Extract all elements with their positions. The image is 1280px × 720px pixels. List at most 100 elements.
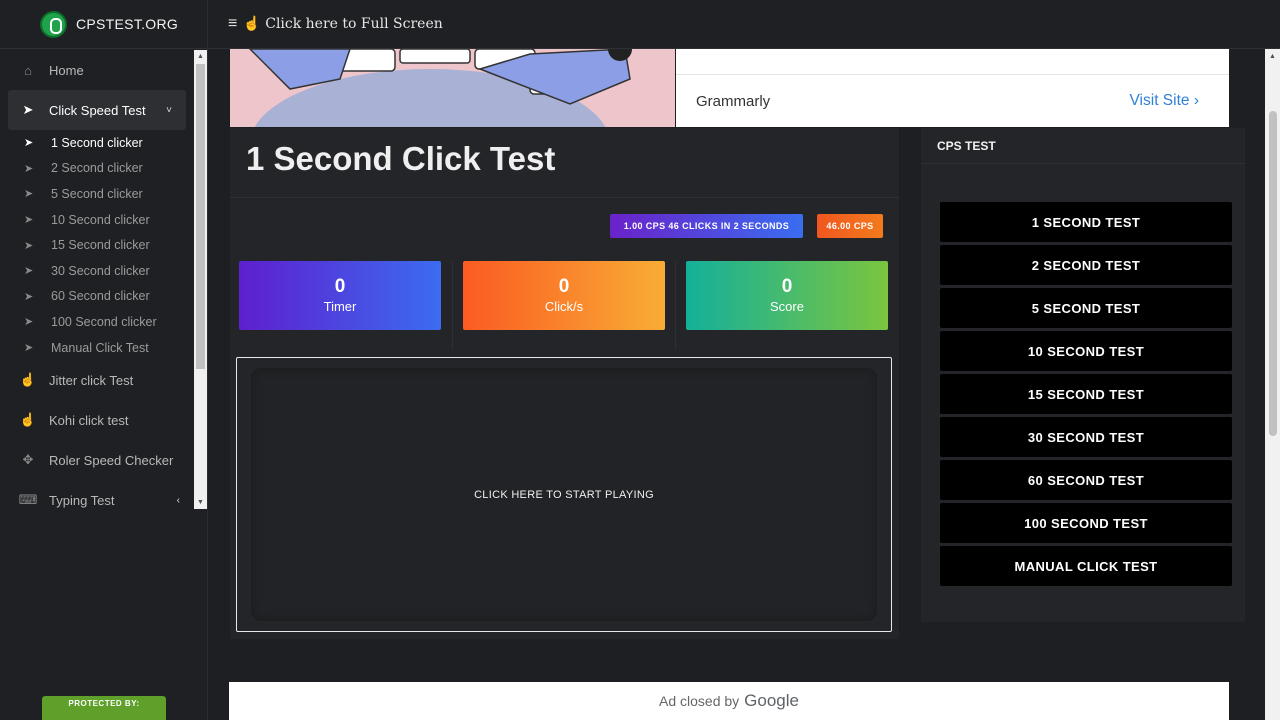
ad-panel[interactable]: Grammarly Visit Site › xyxy=(676,49,1229,127)
menu-icon[interactable]: ≡ xyxy=(228,15,237,33)
timer-card: 0 Timer xyxy=(239,261,441,330)
panel-heading: CPS TEST xyxy=(921,128,1245,164)
play-prompt: CLICK HERE TO START PLAYING xyxy=(474,488,654,501)
sidebar-subitem-100-second[interactable]: ➤ 100 Second clicker xyxy=(0,309,194,335)
test-button-100-second[interactable]: 100 SECOND TEST xyxy=(940,503,1232,543)
sidebar-scrollbar[interactable]: ▲ ▼ xyxy=(194,50,207,509)
ad-closed-label: Ad closed by xyxy=(659,693,740,709)
test-button-15-second[interactable]: 15 SECOND TEST xyxy=(940,374,1232,414)
clicks-label: Click/s xyxy=(544,299,584,314)
ad-closed-banner: Ad closed by Google xyxy=(229,682,1229,720)
sidebar-subitem-label: 60 Second clicker xyxy=(51,289,150,304)
chevron-left-icon: ‹ xyxy=(176,494,180,506)
cursor-icon: ➤ xyxy=(24,342,34,355)
sidebar-subitem-label: 30 Second clicker xyxy=(51,263,150,278)
sidebar-item-label: Roler Speed Checker xyxy=(49,452,174,468)
score-label: Score xyxy=(770,299,804,314)
keyboard-icon: ⌨ xyxy=(18,492,38,508)
sidebar-nav: ⌂ Home ➤ Click Speed Test ˅ ➤ 1 Second c… xyxy=(0,50,194,509)
sidebar-item-jitter[interactable]: ☝ Jitter click Test xyxy=(0,360,194,400)
sidebar-subitem-60-second[interactable]: ➤ 60 Second clicker xyxy=(0,284,194,310)
sidebar: CPSTEST.ORG ⌂ Home ➤ Click Speed Test ˅ … xyxy=(0,0,208,720)
scroll-down-icon[interactable]: ▼ xyxy=(197,499,204,506)
test-button-1-second[interactable]: 1 SECOND TEST xyxy=(940,202,1232,242)
visit-site-link[interactable]: Visit Site › xyxy=(1130,92,1200,110)
cursor-icon: ➤ xyxy=(22,102,34,117)
click-area[interactable]: CLICK HERE TO START PLAYING xyxy=(236,357,892,632)
sidebar-subitem-label: 100 Second clicker xyxy=(51,314,157,329)
chevron-down-icon: ˅ xyxy=(166,104,172,116)
sidebar-item-label: Kohi click test xyxy=(49,412,129,428)
sidebar-subitem-15-second[interactable]: ➤ 15 Second clicker xyxy=(0,232,194,258)
sidebar-item-roler[interactable]: ✥ Roler Speed Checker xyxy=(0,440,194,480)
sidebar-subitem-label: 2 Second clicker xyxy=(51,161,143,176)
test-button-60-second[interactable]: 60 SECOND TEST xyxy=(940,460,1232,500)
google-logo: Google xyxy=(744,691,799,710)
clicks-card: 0 Click/s xyxy=(463,261,665,330)
sidebar-subitem-manual[interactable]: ➤ Manual Click Test xyxy=(0,335,194,361)
sidebar-subitem-label: 1 Second clicker xyxy=(51,135,143,150)
scroll-up-icon[interactable]: ▲ xyxy=(1269,53,1276,60)
sidebar-item-typing[interactable]: ⌨ Typing Test ‹ xyxy=(0,480,194,509)
fullscreen-link[interactable]: ☝ Click here to Full Screen xyxy=(243,16,442,32)
test-button-2-second[interactable]: 2 SECOND TEST xyxy=(940,245,1232,285)
sidebar-subitem-label: 15 Second clicker xyxy=(51,238,150,253)
sidebar-subitem-2-second[interactable]: ➤ 2 Second clicker xyxy=(0,156,194,182)
sidebar-item-label: Jitter click Test xyxy=(49,372,134,388)
sidebar-item-label: Click Speed Test xyxy=(49,102,146,118)
hand-pointer-icon: ☝ xyxy=(19,372,37,388)
dmca-badge[interactable]: PROTECTED BY: xyxy=(42,696,166,720)
timer-value: 0 xyxy=(334,276,346,297)
sidebar-subitem-30-second[interactable]: ➤ 30 Second clicker xyxy=(0,258,194,284)
ad-advertiser: Grammarly xyxy=(696,93,771,110)
sidebar-subitem-1-second[interactable]: ➤ 1 Second clicker xyxy=(0,130,194,156)
brand-name: CPSTEST.ORG xyxy=(76,16,179,32)
sidebar-item-label: Home xyxy=(49,62,84,78)
sidebar-item-click-speed-test[interactable]: ➤ Click Speed Test ˅ xyxy=(8,90,186,130)
dmca-label: PROTECTED BY: xyxy=(68,699,140,708)
scrollbar-thumb[interactable] xyxy=(1269,111,1277,436)
sidebar-subitem-label: 10 Second clicker xyxy=(51,212,150,227)
divider xyxy=(675,261,676,349)
sidebar-item-label: Typing Test xyxy=(49,492,115,508)
test-button-10-second[interactable]: 10 SECOND TEST xyxy=(940,331,1232,371)
divider xyxy=(230,197,899,198)
timer-label: Timer xyxy=(323,299,357,314)
page-title: 1 Second Click Test xyxy=(246,140,556,177)
brand[interactable]: CPSTEST.ORG xyxy=(0,0,207,49)
cps-result-badge: 1.00 CPS 46 CLICKS IN 2 SECONDS xyxy=(610,214,803,238)
divider xyxy=(452,261,453,349)
scrollbar-thumb[interactable] xyxy=(196,64,205,369)
sidebar-subitem-5-second[interactable]: ➤ 5 Second clicker xyxy=(0,181,194,207)
score-value: 0 xyxy=(781,276,793,297)
cursor-icon: ➤ xyxy=(24,188,34,201)
mouse-logo-icon xyxy=(40,10,67,38)
scroll-up-icon[interactable]: ▲ xyxy=(197,53,204,60)
page-scrollbar[interactable]: ▲ xyxy=(1265,49,1280,720)
ad-illustration[interactable] xyxy=(230,49,675,127)
main-panel: 1 Second Click Test 1.00 CPS 46 CLICKS I… xyxy=(230,128,899,639)
cps-test-panel: CPS TEST 1 SECOND TEST 2 SECOND TEST 5 S… xyxy=(921,128,1245,622)
crosshair-icon: ✥ xyxy=(22,452,34,468)
cps-count-badge: 46.00 CPS xyxy=(817,214,883,238)
sidebar-subitem-label: 5 Second clicker xyxy=(51,186,143,201)
sidebar-item-home[interactable]: ⌂ Home xyxy=(0,50,194,90)
home-icon: ⌂ xyxy=(24,62,32,78)
score-card: 0 Score xyxy=(686,261,888,330)
sidebar-item-kohi[interactable]: ☝ Kohi click test xyxy=(0,400,194,440)
topbar: ≡ ☝ Click here to Full Screen xyxy=(208,0,1280,49)
hand-pointer-icon: ☝ xyxy=(19,412,37,428)
cursor-icon: ➤ xyxy=(24,265,34,278)
clicks-value: 0 xyxy=(558,276,570,297)
sidebar-subitem-label: Manual Click Test xyxy=(51,340,149,355)
ad-divider xyxy=(676,74,1229,75)
test-button-manual[interactable]: MANUAL CLICK TEST xyxy=(940,546,1232,586)
test-button-30-second[interactable]: 30 SECOND TEST xyxy=(940,417,1232,457)
cursor-icon: ➤ xyxy=(24,214,34,227)
test-button-5-second[interactable]: 5 SECOND TEST xyxy=(940,288,1232,328)
sidebar-subitem-10-second[interactable]: ➤ 10 Second clicker xyxy=(0,207,194,233)
cursor-icon: ➤ xyxy=(24,290,34,303)
cursor-icon: ➤ xyxy=(24,137,34,150)
cursor-icon: ➤ xyxy=(24,239,34,252)
cursor-icon: ➤ xyxy=(24,162,34,175)
